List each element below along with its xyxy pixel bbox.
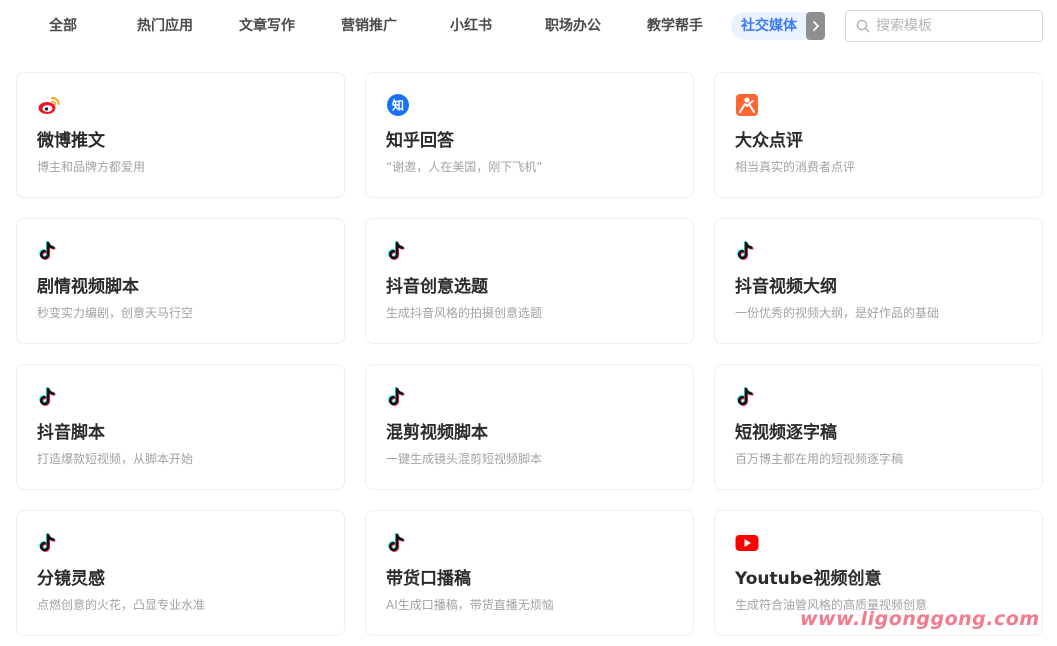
category-bar: 全部 热门应用 文章写作 营销推广 小红书 职场办公 教学帮手 社交媒体	[0, 0, 1057, 54]
douyin-icon	[37, 239, 61, 263]
tab-teaching[interactable]: 教学帮手	[638, 12, 712, 40]
card-title: 知乎回答	[386, 131, 454, 151]
douyin-icon	[37, 385, 61, 409]
template-card-douyin-topics[interactable]: 抖音创意选题 生成抖音风格的拍摄创意选题	[365, 218, 694, 344]
tab-marketing[interactable]: 营销推广	[332, 12, 406, 40]
tab-social-media[interactable]: 社交媒体	[731, 12, 815, 40]
card-title: 分镜灵感	[37, 569, 105, 589]
template-card-storyboard[interactable]: 分镜灵感 点燃创意的火花，凸显专业水准	[16, 510, 345, 636]
douyin-icon	[37, 531, 61, 555]
card-description: 相当真实的消费者点评	[735, 160, 856, 174]
card-title: Youtube视频创意	[735, 569, 882, 589]
template-card-short-video-transcript[interactable]: 短视频逐字稿 百万博主都在用的短视频逐字稿	[714, 364, 1043, 490]
template-card-douyin-outline[interactable]: 抖音视频大纲 一份优秀的视频大纲，是好作品的基础	[714, 218, 1043, 344]
card-description: “谢邀，人在美国，刚下飞机”	[386, 160, 543, 174]
template-card-drama-script[interactable]: 剧情视频脚本 秒变实力编剧，创意天马行空	[16, 218, 345, 344]
card-title: 微博推文	[37, 131, 105, 151]
tab-office[interactable]: 职场办公	[536, 12, 610, 40]
template-card-zhihu[interactable]: 知 知乎回答 “谢邀，人在美国，刚下飞机”	[365, 72, 694, 198]
search-icon	[856, 19, 870, 33]
card-title: 混剪视频脚本	[386, 423, 488, 443]
template-card-live-sales-script[interactable]: 带货口播稿 AI生成口播稿，带货直播无烦恼	[365, 510, 694, 636]
douyin-icon	[735, 239, 759, 263]
template-card-douyin-script[interactable]: 抖音脚本 打造爆款短视频，从脚本开始	[16, 364, 345, 490]
card-description: 博主和品牌方都爱用	[37, 160, 146, 174]
douyin-icon	[386, 385, 410, 409]
douyin-icon	[735, 385, 759, 409]
weibo-icon	[37, 93, 61, 117]
card-description: 一份优秀的视频大纲，是好作品的基础	[735, 306, 940, 320]
card-title: 抖音脚本	[37, 423, 105, 443]
douyin-icon	[386, 531, 410, 555]
watermark: www.ligonggong.com	[800, 608, 1040, 630]
search-input[interactable]	[876, 18, 1026, 34]
card-title: 短视频逐字稿	[735, 423, 837, 443]
tab-article-writing[interactable]: 文章写作	[230, 12, 304, 40]
template-card-remix-script[interactable]: 混剪视频脚本 一键生成镜头混剪短视频脚本	[365, 364, 694, 490]
youtube-icon	[735, 531, 759, 555]
dianping-icon	[735, 93, 759, 117]
search-box[interactable]	[845, 10, 1043, 42]
template-card-weibo[interactable]: 微博推文 博主和品牌方都爱用	[16, 72, 345, 198]
tab-xiaohongshu[interactable]: 小红书	[440, 12, 502, 40]
card-title: 带货口播稿	[386, 569, 471, 589]
tab-hot-apps[interactable]: 热门应用	[128, 12, 202, 40]
douyin-icon	[386, 239, 410, 263]
card-title: 抖音创意选题	[386, 277, 488, 297]
card-title: 剧情视频脚本	[37, 277, 139, 297]
card-description: 打造爆款短视频，从脚本开始	[37, 452, 194, 466]
card-title: 大众点评	[735, 131, 803, 151]
card-description: 秒变实力编剧，创意天马行空	[37, 306, 194, 320]
card-description: 百万博主都在用的短视频逐字稿	[735, 452, 904, 466]
tab-all[interactable]: 全部	[38, 12, 88, 40]
template-card-dianping[interactable]: 大众点评 相当真实的消费者点评	[714, 72, 1043, 198]
card-description: 一键生成镜头混剪短视频脚本	[386, 452, 543, 466]
tabs-scroll-right-button[interactable]	[806, 12, 825, 40]
card-description: AI生成口播稿，带货直播无烦恼	[386, 598, 554, 612]
svg-text:知: 知	[391, 98, 404, 113]
chevron-right-icon	[812, 21, 819, 31]
zhihu-icon: 知	[386, 93, 410, 117]
card-description: 生成抖音风格的拍摄创意选题	[386, 306, 543, 320]
card-description: 点燃创意的火花，凸显专业水准	[37, 598, 206, 612]
card-title: 抖音视频大纲	[735, 277, 837, 297]
